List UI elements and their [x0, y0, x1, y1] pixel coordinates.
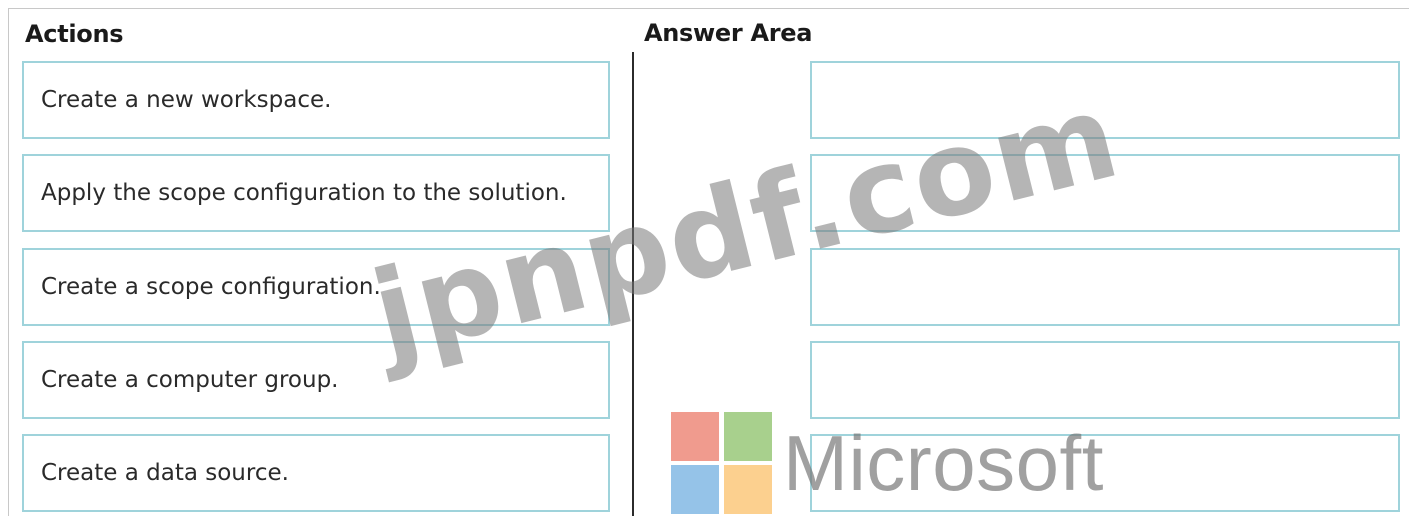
- action-label: Create a scope configuration.: [41, 274, 381, 300]
- action-create-computer-group[interactable]: Create a computer group.: [22, 341, 610, 419]
- action-label: Apply the scope configuration to the sol…: [41, 180, 567, 206]
- action-create-workspace[interactable]: Create a new workspace.: [22, 61, 610, 139]
- actions-heading: Actions: [25, 20, 124, 48]
- action-label: Create a data source.: [41, 460, 289, 486]
- column-divider: [632, 52, 634, 516]
- answer-slot-2[interactable]: [810, 154, 1400, 232]
- action-create-scope-configuration[interactable]: Create a scope configuration.: [22, 248, 610, 326]
- action-apply-scope-configuration[interactable]: Apply the scope configuration to the sol…: [22, 154, 610, 232]
- answer-slot-4[interactable]: [810, 341, 1400, 419]
- action-label: Create a computer group.: [41, 367, 339, 393]
- answer-slot-5[interactable]: [810, 434, 1400, 512]
- answer-slot-3[interactable]: [810, 248, 1400, 326]
- answer-area-heading: Answer Area: [644, 19, 813, 47]
- action-create-data-source[interactable]: Create a data source.: [22, 434, 610, 512]
- action-label: Create a new workspace.: [41, 87, 332, 113]
- answer-slot-1[interactable]: [810, 61, 1400, 139]
